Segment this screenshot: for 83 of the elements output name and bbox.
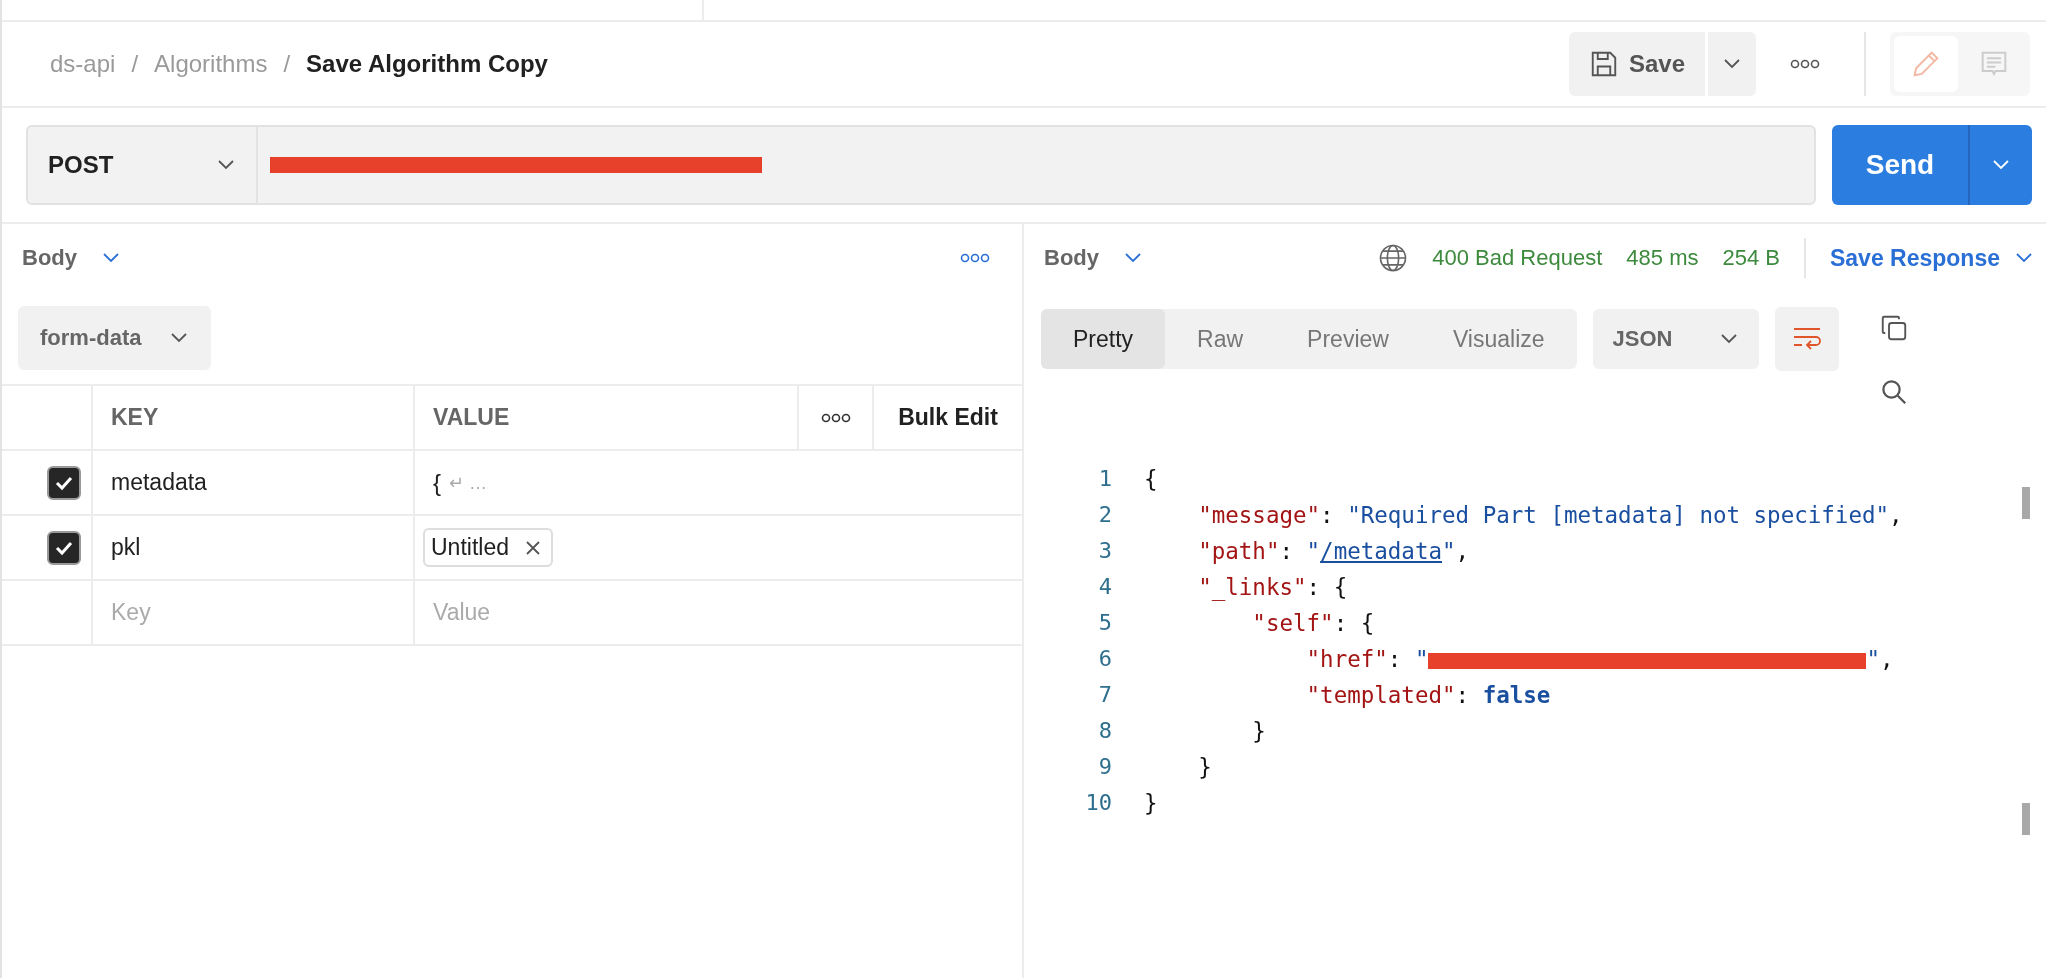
send-button[interactable]: Send xyxy=(1832,125,1968,205)
wrap-lines-icon xyxy=(1791,326,1822,352)
code-text: : xyxy=(1320,502,1335,528)
scroll-marker xyxy=(2022,803,2030,835)
code-text: } xyxy=(1144,790,1158,816)
body-dropdown[interactable]: Body xyxy=(22,245,121,271)
line-number: 4 xyxy=(1098,573,1112,601)
code-text: , xyxy=(1880,646,1894,672)
json-key: "_links" xyxy=(1198,574,1307,600)
code-text: : { xyxy=(1333,610,1375,636)
caret-icon xyxy=(169,332,190,344)
code-text: : xyxy=(1279,538,1294,564)
code-text: , xyxy=(1889,502,1903,528)
column-header: KEY xyxy=(91,386,413,451)
json-boolean: false xyxy=(1482,682,1551,708)
body-type-dropdown[interactable]: form-data xyxy=(18,306,212,370)
wrap-lines-button[interactable] xyxy=(1774,307,1839,371)
caret-icon xyxy=(1718,333,1739,345)
caret-icon xyxy=(101,252,121,264)
json-key: "href" xyxy=(1306,646,1388,672)
line-number: 3 xyxy=(1098,537,1112,565)
json-key: "path" xyxy=(1198,538,1280,564)
json-string: " xyxy=(1306,538,1321,564)
scroll-marker xyxy=(2022,487,2030,519)
line-number: 1 xyxy=(1098,465,1112,493)
line-number: 7 xyxy=(1098,681,1112,709)
save-response-button[interactable]: Save Response xyxy=(1829,244,2034,272)
caret-icon xyxy=(216,159,236,171)
line-number: 10 xyxy=(1085,789,1112,817)
method-dropdown[interactable]: POST xyxy=(28,127,258,203)
table-cell: metadata xyxy=(111,469,207,496)
more-options-icon[interactable] xyxy=(1790,58,1820,70)
json-key: "self" xyxy=(1252,610,1334,636)
caret-icon xyxy=(1722,58,1742,70)
bulk-edit-link[interactable]: Bulk Edit xyxy=(898,404,998,431)
request-url-bar[interactable]: POST xyxy=(26,125,1816,205)
line-number: 5 xyxy=(1098,609,1112,637)
json-string: "Required Part [metadata] not specified" xyxy=(1347,502,1890,528)
line-number: 6 xyxy=(1098,645,1112,673)
key-input[interactable]: Key xyxy=(111,599,351,626)
json-string: " xyxy=(1414,646,1429,672)
code-text: , xyxy=(1455,538,1470,564)
more-options-icon[interactable] xyxy=(820,411,851,424)
response-body-dropdown[interactable]: Body xyxy=(1044,245,1143,271)
file-chip[interactable]: Untitled xyxy=(423,528,553,567)
code-text: : { xyxy=(1306,574,1348,600)
line-number: 9 xyxy=(1098,753,1112,781)
json-string: " xyxy=(1442,538,1456,564)
caret-icon xyxy=(1991,159,2011,171)
view-tab[interactable]: Visualize xyxy=(1420,309,1577,369)
json-link[interactable]: /metadata xyxy=(1320,538,1442,564)
code-text: } xyxy=(1198,754,1212,780)
table-cell: { xyxy=(433,468,441,497)
format-dropdown[interactable]: JSON xyxy=(1592,309,1759,369)
json-key: "templated" xyxy=(1306,682,1456,708)
close-icon xyxy=(525,539,541,556)
line-number: 8 xyxy=(1098,717,1112,745)
json-key: "message" xyxy=(1198,502,1321,528)
code-text: { xyxy=(1144,466,1158,492)
view-tab[interactable]: Raw xyxy=(1165,309,1276,369)
code-text: } xyxy=(1252,718,1266,744)
table-cell: pkl xyxy=(111,534,141,561)
checkbox[interactable] xyxy=(47,530,81,565)
caret-icon xyxy=(2014,252,2034,264)
status-code: 400 Bad Request xyxy=(1432,245,1603,271)
collapsed-text: ↵ … xyxy=(449,471,488,494)
json-string: " xyxy=(1866,646,1880,672)
save-button[interactable]: Save xyxy=(1568,32,1705,96)
code-text: : xyxy=(1387,646,1403,672)
globe-icon xyxy=(1378,243,1409,273)
code-text: : xyxy=(1455,682,1471,708)
view-tab[interactable]: Preview xyxy=(1275,309,1421,369)
breadcrumb-separator: / xyxy=(131,50,139,78)
request-title: Save Algorithm Copy xyxy=(306,50,548,78)
column-header: VALUE xyxy=(413,386,797,451)
caret-icon xyxy=(1123,252,1143,264)
response-time: 485 ms xyxy=(1626,245,1699,271)
line-number: 2 xyxy=(1098,501,1112,529)
checkbox[interactable] xyxy=(47,465,81,500)
breadcrumb-separator: / xyxy=(283,50,291,78)
view-tab[interactable]: Pretty xyxy=(1041,309,1166,369)
value-input[interactable]: Value xyxy=(433,599,673,626)
response-size: 254 B xyxy=(1722,245,1780,271)
